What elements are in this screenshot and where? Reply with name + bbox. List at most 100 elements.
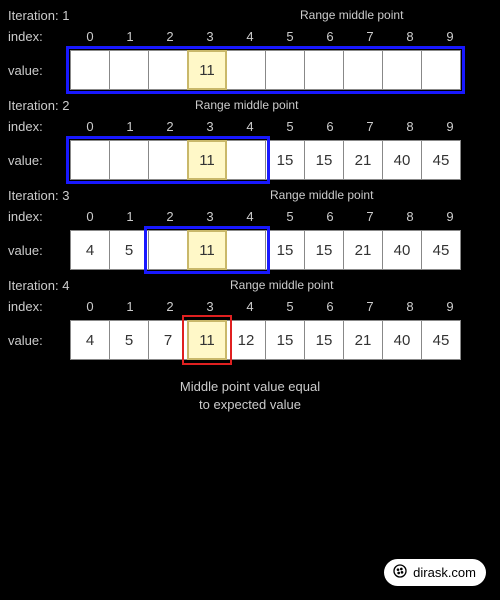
value-cell: 45 bbox=[421, 230, 461, 270]
value-cell: 4 bbox=[70, 230, 110, 270]
range-middle-label: Range middle point bbox=[270, 188, 373, 202]
index-label: 1 bbox=[110, 299, 150, 314]
index-label: 5 bbox=[270, 299, 310, 314]
value-cell: 45 bbox=[421, 320, 461, 360]
value-row: value:45711121515214045 bbox=[0, 50, 500, 90]
value-row-label: value: bbox=[0, 243, 70, 258]
value-cell: 40 bbox=[382, 230, 422, 270]
value-cell: 15 bbox=[304, 320, 344, 360]
iteration-label: Iteration: 3 bbox=[8, 188, 500, 203]
index-label: 2 bbox=[150, 209, 190, 224]
value-cell: 4 bbox=[70, 50, 110, 90]
value-cell: 12 bbox=[226, 320, 266, 360]
iteration-block: Range middle pointIteration: 1index:0123… bbox=[0, 0, 500, 90]
index-label: 7 bbox=[350, 209, 390, 224]
value-row: value:45711121515214045 bbox=[0, 230, 500, 270]
value-cell: 21 bbox=[343, 50, 383, 90]
mid-cell: 11 bbox=[187, 50, 227, 90]
index-label: 5 bbox=[270, 29, 310, 44]
index-label: 0 bbox=[70, 29, 110, 44]
index-label: 0 bbox=[70, 209, 110, 224]
index-label: 7 bbox=[350, 299, 390, 314]
value-cell: 21 bbox=[343, 320, 383, 360]
value-cell: 5 bbox=[109, 140, 149, 180]
index-label: 1 bbox=[110, 209, 150, 224]
index-label: 9 bbox=[430, 29, 470, 44]
value-cell: 7 bbox=[148, 50, 188, 90]
index-row: index:0123456789 bbox=[0, 29, 500, 44]
value-cell: 40 bbox=[382, 140, 422, 180]
value-cell: 15 bbox=[304, 230, 344, 270]
mid-cell: 11 bbox=[187, 140, 227, 180]
index-label: 9 bbox=[430, 209, 470, 224]
index-row-label: index: bbox=[0, 209, 70, 224]
index-label: 6 bbox=[310, 29, 350, 44]
index-label: 9 bbox=[430, 299, 470, 314]
value-cell: 45 bbox=[421, 50, 461, 90]
index-label: 3 bbox=[190, 209, 230, 224]
index-label: 3 bbox=[190, 29, 230, 44]
index-row-label: index: bbox=[0, 119, 70, 134]
index-row: index:0123456789 bbox=[0, 209, 500, 224]
value-cells: 45711121515214045 bbox=[70, 320, 461, 360]
range-middle-label: Range middle point bbox=[300, 8, 403, 22]
value-cell: 15 bbox=[265, 320, 305, 360]
index-label: 7 bbox=[350, 29, 390, 44]
value-cell: 5 bbox=[109, 320, 149, 360]
iteration-block: Range middle pointIteration: 4index:0123… bbox=[0, 270, 500, 360]
value-cell: 7 bbox=[148, 140, 188, 180]
index-label: 8 bbox=[390, 119, 430, 134]
index-row-label: index: bbox=[0, 29, 70, 44]
index-row: index:0123456789 bbox=[0, 299, 500, 314]
index-label: 3 bbox=[190, 299, 230, 314]
value-row-label: value: bbox=[0, 63, 70, 78]
value-cell: 15 bbox=[304, 140, 344, 180]
brand-text: dirask.com bbox=[413, 565, 476, 580]
index-row-label: index: bbox=[0, 299, 70, 314]
range-middle-label: Range middle point bbox=[195, 98, 298, 112]
footer-line-2: to expected value bbox=[199, 397, 301, 412]
value-cell: 7 bbox=[148, 320, 188, 360]
value-cell: 40 bbox=[382, 50, 422, 90]
cookie-icon bbox=[392, 563, 408, 582]
index-row: index:0123456789 bbox=[0, 119, 500, 134]
value-cell: 15 bbox=[304, 50, 344, 90]
index-label: 6 bbox=[310, 209, 350, 224]
index-label: 8 bbox=[390, 299, 430, 314]
value-cell: 7 bbox=[148, 230, 188, 270]
value-cell: 15 bbox=[265, 140, 305, 180]
range-middle-label: Range middle point bbox=[230, 278, 333, 292]
value-cell: 5 bbox=[109, 50, 149, 90]
value-cell: 21 bbox=[343, 140, 383, 180]
index-label: 6 bbox=[310, 119, 350, 134]
value-cells: 45711121515214045 bbox=[70, 140, 461, 180]
value-cells: 45711121515214045 bbox=[70, 50, 461, 90]
index-label: 4 bbox=[230, 299, 270, 314]
value-cells: 45711121515214045 bbox=[70, 230, 461, 270]
index-label: 9 bbox=[430, 119, 470, 134]
index-label: 8 bbox=[390, 209, 430, 224]
index-label: 4 bbox=[230, 29, 270, 44]
index-label: 7 bbox=[350, 119, 390, 134]
index-label: 2 bbox=[150, 299, 190, 314]
value-cell: 40 bbox=[382, 320, 422, 360]
index-label: 2 bbox=[150, 29, 190, 44]
index-label: 4 bbox=[230, 119, 270, 134]
value-cell: 45 bbox=[421, 140, 461, 180]
index-label: 8 bbox=[390, 29, 430, 44]
value-cell: 12 bbox=[226, 140, 266, 180]
index-label: 1 bbox=[110, 29, 150, 44]
value-cell: 15 bbox=[265, 50, 305, 90]
index-label: 4 bbox=[230, 209, 270, 224]
value-cell: 12 bbox=[226, 50, 266, 90]
value-row-label: value: bbox=[0, 153, 70, 168]
index-label: 0 bbox=[70, 299, 110, 314]
value-cell: 21 bbox=[343, 230, 383, 270]
index-label: 6 bbox=[310, 299, 350, 314]
value-row: value:45711121515214045 bbox=[0, 320, 500, 360]
value-cell: 4 bbox=[70, 140, 110, 180]
iteration-label: Iteration: 1 bbox=[8, 8, 500, 23]
mid-cell: 11 bbox=[187, 230, 227, 270]
value-row: value:45711121515214045 bbox=[0, 140, 500, 180]
footer-line-1: Middle point value equal bbox=[180, 379, 320, 394]
